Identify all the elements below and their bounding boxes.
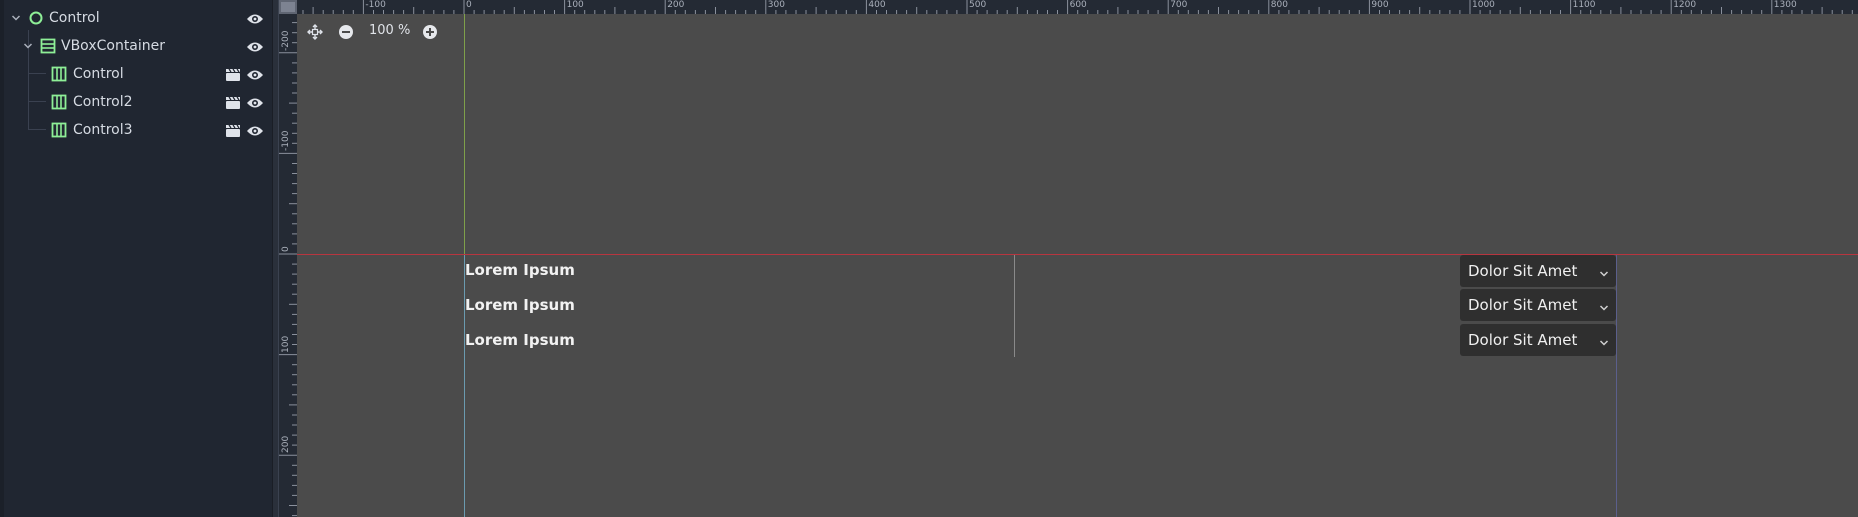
vbox-container-icon [40,38,56,54]
ruler-label: 200 [667,0,685,10]
row-label: Lorem Ipsum [465,331,575,349]
zoom-out-icon[interactable] [337,23,355,41]
ruler-corner[interactable] [279,0,297,14]
ruler-label: 0 [281,246,291,252]
ruler-label: 0 [466,0,472,10]
row-label: Lorem Ipsum [465,296,575,314]
x-axis-line [297,254,1858,255]
chevron-down-icon [1598,265,1610,277]
tree-item-vboxcontainer[interactable]: VBoxContainer [4,32,272,60]
ruler-label: 600 [1069,0,1087,10]
scene-tree-panel: Control VBoxContainer Control Control2 C… [0,0,272,517]
tree-item-control3[interactable]: Control3 [4,116,272,144]
ruler-label: 300 [767,0,785,10]
control-left-edge [464,255,465,517]
ruler-label: 500 [969,0,987,10]
ruler-label: 100 [566,0,584,10]
tree-item-control[interactable]: Control [4,4,272,32]
hbox-container-icon [51,66,67,82]
column-separator [1014,255,1015,357]
ruler-label: 200 [281,436,291,454]
center-view-icon[interactable] [306,23,324,41]
canvas-viewport[interactable]: 100 % Lorem Ipsum Dolor Sit Amet Lorem I… [279,0,1858,517]
ruler-label: 900 [1371,0,1389,10]
option-button-text: Dolor Sit Amet [1468,296,1578,314]
option-button[interactable]: Dolor Sit Amet [1460,289,1616,321]
zoom-in-icon[interactable] [421,23,439,41]
row-label: Lorem Ipsum [465,261,575,279]
hbox-container-icon [51,94,67,110]
tree-item-label: Control [73,66,124,82]
option-button-text: Dolor Sit Amet [1468,331,1578,349]
tree-item-control-child[interactable]: Control [4,60,272,88]
ruler-label: 1000 [1472,0,1495,10]
ruler-label: 400 [868,0,886,10]
clapperboard-icon[interactable] [225,67,241,81]
tree-item-label: VBoxContainer [61,38,166,54]
clapperboard-icon[interactable] [225,95,241,109]
option-button[interactable]: Dolor Sit Amet [1460,255,1616,287]
hbox-container-icon [51,122,67,138]
control-node-icon [28,10,44,26]
eye-icon[interactable] [246,95,264,109]
option-button-text: Dolor Sit Amet [1468,262,1578,280]
ruler-label: 700 [1170,0,1188,10]
eye-icon[interactable] [246,11,264,25]
ruler-label: -100 [281,130,291,152]
ruler-label: -200 [281,30,291,51]
chevron-down-icon [1598,299,1610,311]
ruler-label: 100 [281,335,291,353]
option-button[interactable]: Dolor Sit Amet [1460,324,1616,356]
tree-item-control2[interactable]: Control2 [4,88,272,116]
ruler-label: -100 [365,0,386,10]
ruler-label: 800 [1270,0,1288,10]
chevron-down-icon[interactable] [10,12,22,24]
ruler-label: 1200 [1673,0,1697,10]
tree-item-label: Control3 [73,122,133,138]
ruler-label: 1100 [1572,0,1596,10]
tree-item-label: Control2 [73,94,133,110]
chevron-down-icon[interactable] [22,40,34,52]
chevron-down-icon [1598,334,1610,346]
ruler-label: 1300 [1773,0,1797,10]
tree-item-label: Control [49,10,100,26]
eye-icon[interactable] [246,67,264,81]
zoom-level[interactable]: 100 % [369,23,410,38]
clapperboard-icon[interactable] [225,123,241,137]
eye-icon[interactable] [246,123,264,137]
panel-splitter[interactable] [272,0,279,517]
control-right-edge [1616,255,1617,517]
eye-icon[interactable] [246,39,264,53]
